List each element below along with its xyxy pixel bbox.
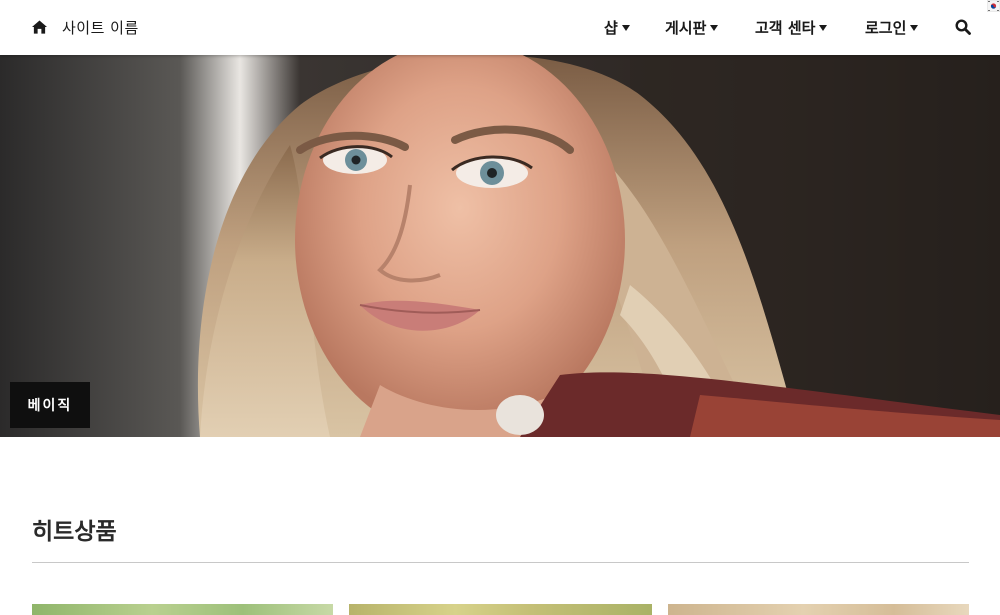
product-image[interactable] — [349, 604, 652, 615]
nav-item-login[interactable]: 로그인 — [865, 16, 919, 38]
caret-down-icon — [710, 24, 719, 31]
section-divider — [32, 562, 969, 563]
nav-item-customer-center[interactable]: 고객 센타 — [755, 16, 828, 38]
product-image[interactable] — [668, 604, 969, 615]
site-brand-link[interactable]: 사이트 이름 — [32, 16, 139, 38]
nav-label: 고객 센타 — [755, 18, 816, 37]
nav-item-board[interactable]: 게시판 — [665, 16, 719, 38]
search-icon[interactable] — [955, 19, 971, 35]
caret-down-icon — [910, 24, 919, 31]
hero-image — [0, 55, 1000, 437]
korea-flag-icon[interactable] — [987, 0, 1000, 12]
nav-label: 로그인 — [865, 18, 907, 37]
hero-banner[interactable] — [0, 55, 1000, 437]
section-title: 히트상품 — [32, 519, 117, 545]
nav-label: 게시판 — [665, 18, 707, 37]
site-name: 사이트 이름 — [62, 18, 139, 37]
product-image[interactable] — [32, 604, 333, 615]
top-navbar: 사이트 이름 샵 게시판 고객 센타 로그인 — [0, 0, 1000, 55]
hero-caption[interactable]: 베이직 — [10, 382, 90, 428]
caret-down-icon — [621, 24, 630, 31]
caret-down-icon — [819, 24, 828, 31]
nav-label: 샵 — [604, 18, 618, 37]
home-icon — [32, 20, 47, 34]
nav-item-shop[interactable]: 샵 — [604, 16, 630, 38]
